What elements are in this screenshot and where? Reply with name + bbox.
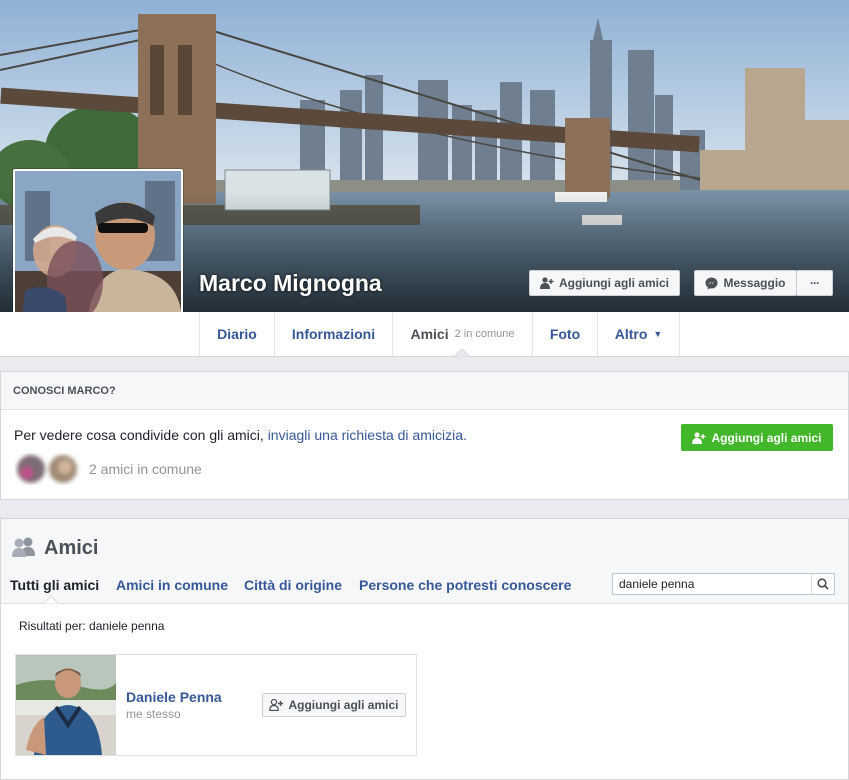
mutual-friends-count[interactable]: 2 amici in comune — [89, 461, 202, 477]
more-options-button[interactable]: ··· — [796, 270, 833, 296]
know-person-card: CONOSCI MARCO? Per vedere cosa condivide… — [0, 371, 849, 500]
tab-diario[interactable]: Diario — [199, 312, 274, 356]
add-friend-primary-button[interactable]: Aggiungi agli amici — [681, 424, 833, 451]
tab-label: Altro — [614, 326, 648, 342]
add-friend-label: Aggiungi agli amici — [558, 276, 669, 290]
friends-title: Amici — [44, 537, 99, 559]
card-header: CONOSCI MARCO? — [1, 372, 848, 410]
friend-result-card: Daniele Penna me stesso Aggiungi agli am… — [15, 654, 417, 756]
search-icon — [817, 578, 829, 590]
friends-search — [612, 573, 835, 595]
message-button[interactable]: Messaggio — [694, 270, 797, 296]
card-title: CONOSCI MARCO? — [13, 385, 116, 397]
friend-request-prompt: Per vedere cosa condivide con gli amici,… — [14, 427, 467, 443]
tab-mutual-count: 2 in comune — [454, 328, 515, 340]
active-tab-pointer — [454, 348, 470, 357]
add-person-icon — [539, 277, 554, 289]
message-label: Messaggio — [723, 276, 786, 290]
friend-photo[interactable] — [16, 655, 116, 755]
add-friend-button[interactable]: Aggiungi agli amici — [529, 270, 680, 296]
search-results-label: Risultati per: daniele penna — [19, 619, 165, 633]
messenger-icon — [705, 277, 718, 290]
tab-label: Foto — [549, 326, 581, 342]
friend-image — [16, 655, 116, 755]
add-friend-label: Aggiungi agli amici — [711, 430, 822, 445]
profile-name[interactable]: Marco Mignogna — [199, 270, 382, 297]
blurred-avatars — [17, 455, 77, 483]
mutual-friends-avatars[interactable] — [15, 453, 85, 485]
tab-altro[interactable]: Altro ▼ — [597, 312, 680, 356]
tab-label: Amici — [410, 326, 449, 342]
friend-name-link[interactable]: Daniele Penna — [126, 689, 222, 705]
friends-header: Amici Tutti gli amici Amici in comune Ci… — [1, 519, 848, 604]
subtab-hometown[interactable]: Città di origine — [244, 577, 342, 593]
tab-label: Informazioni — [291, 326, 376, 342]
active-subtab-pointer — [43, 595, 59, 604]
friend-relation: me stesso — [126, 707, 181, 721]
friends-search-input[interactable] — [613, 574, 813, 594]
add-person-icon — [269, 699, 284, 711]
add-friend-result-button[interactable]: Aggiungi agli amici — [262, 693, 406, 717]
tab-foto[interactable]: Foto — [532, 312, 597, 356]
friends-section: Amici Tutti gli amici Amici in comune Ci… — [0, 518, 849, 780]
tab-label: Diario — [217, 326, 257, 342]
caret-down-icon: ▼ — [653, 329, 663, 339]
search-button[interactable] — [811, 574, 834, 594]
subtab-people-you-may-know[interactable]: Persone che potresti conoscere — [359, 577, 571, 593]
profile-nav: Diario Informazioni Amici 2 in comune Fo… — [0, 312, 849, 357]
tab-informazioni[interactable]: Informazioni — [274, 312, 392, 356]
send-request-link[interactable]: inviagli una richiesta di amicizia. — [268, 427, 467, 443]
subtab-all-friends[interactable]: Tutti gli amici — [10, 577, 99, 593]
prompt-text: Per vedere cosa condivide con gli amici, — [14, 427, 268, 443]
friends-icon — [12, 537, 35, 557]
add-person-icon — [692, 431, 706, 444]
add-friend-label: Aggiungi agli amici — [288, 698, 399, 712]
more-dots-icon: ··· — [810, 276, 820, 290]
subtab-mutual-friends[interactable]: Amici in comune — [116, 577, 228, 593]
